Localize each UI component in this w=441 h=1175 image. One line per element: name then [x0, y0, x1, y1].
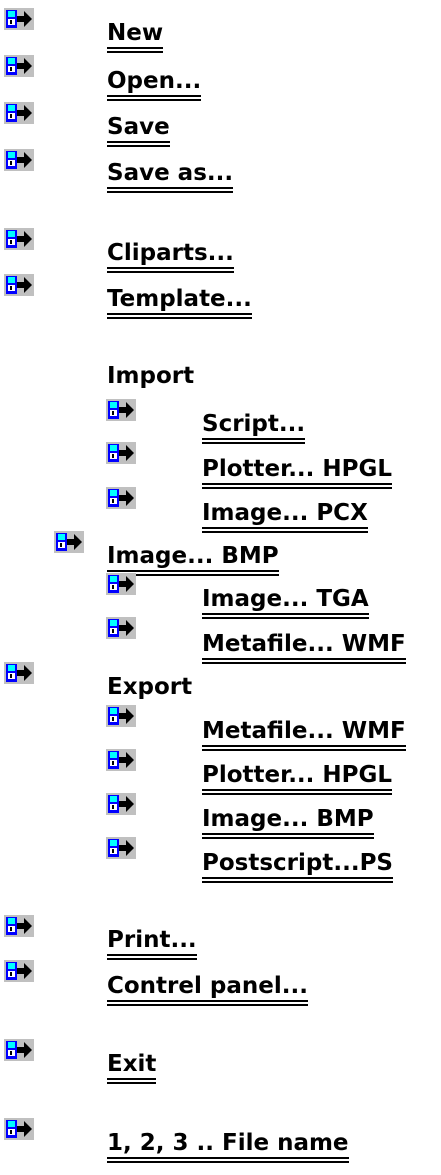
- import-script-link[interactable]: Script...: [202, 410, 306, 440]
- jump-arrow-icon[interactable]: [106, 399, 136, 421]
- jump-arrow-icon[interactable]: [4, 102, 34, 124]
- jump-arrow-icon[interactable]: [4, 1039, 34, 1061]
- jump-arrow-icon[interactable]: [4, 915, 34, 937]
- jump-arrow-icon[interactable]: [4, 274, 34, 296]
- export-heading: Export: [107, 674, 193, 700]
- jump-arrow-icon[interactable]: [106, 617, 136, 639]
- jump-arrow-icon[interactable]: [106, 573, 136, 595]
- jump-arrow-icon[interactable]: [4, 149, 34, 171]
- import-metafile-wmf-link[interactable]: Metafile... WMF: [202, 630, 406, 660]
- import-image-bmp-link[interactable]: Image... BMP: [107, 542, 279, 572]
- import-image-pcx-link[interactable]: Image... PCX: [202, 499, 368, 529]
- import-heading: Import: [107, 363, 195, 389]
- menu-item-print[interactable]: Print...: [107, 926, 197, 956]
- jump-arrow-icon[interactable]: [4, 55, 34, 77]
- jump-arrow-icon[interactable]: [54, 531, 84, 553]
- export-plotter-hpgl-link[interactable]: Plotter... HPGL: [202, 761, 393, 791]
- export-postscript-ps-link[interactable]: Postscript...PS: [202, 849, 393, 879]
- menu-item-save[interactable]: Save: [107, 113, 170, 143]
- menu-item-open[interactable]: Open...: [107, 67, 202, 97]
- menu-item-recent-files[interactable]: 1, 2, 3 .. File name: [107, 1129, 349, 1159]
- jump-arrow-icon[interactable]: [106, 442, 136, 464]
- menu-item-save-as[interactable]: Save as...: [107, 159, 234, 189]
- jump-arrow-icon[interactable]: [106, 749, 136, 771]
- jump-arrow-icon[interactable]: [106, 705, 136, 727]
- jump-arrow-icon[interactable]: [4, 662, 34, 684]
- jump-arrow-icon[interactable]: [106, 487, 136, 509]
- menu-item-template[interactable]: Template...: [107, 285, 252, 315]
- jump-arrow-icon[interactable]: [4, 8, 34, 30]
- jump-arrow-icon[interactable]: [4, 1118, 34, 1140]
- import-plotter-hpgl-link[interactable]: Plotter... HPGL: [202, 455, 393, 485]
- menu-item-control-panel[interactable]: Contrel panel...: [107, 972, 308, 1002]
- jump-arrow-icon[interactable]: [106, 793, 136, 815]
- jump-arrow-icon[interactable]: [4, 960, 34, 982]
- import-image-tga-link[interactable]: Image... TGA: [202, 585, 369, 615]
- menu-item-new[interactable]: New: [107, 19, 164, 49]
- export-metafile-wmf-link[interactable]: Metafile... WMF: [202, 717, 406, 747]
- jump-arrow-icon[interactable]: [106, 837, 136, 859]
- menu-item-exit[interactable]: Exit: [107, 1050, 157, 1080]
- menu-item-cliparts[interactable]: Cliparts...: [107, 239, 234, 269]
- export-image-bmp-link[interactable]: Image... BMP: [202, 805, 374, 835]
- jump-arrow-icon[interactable]: [4, 228, 34, 250]
